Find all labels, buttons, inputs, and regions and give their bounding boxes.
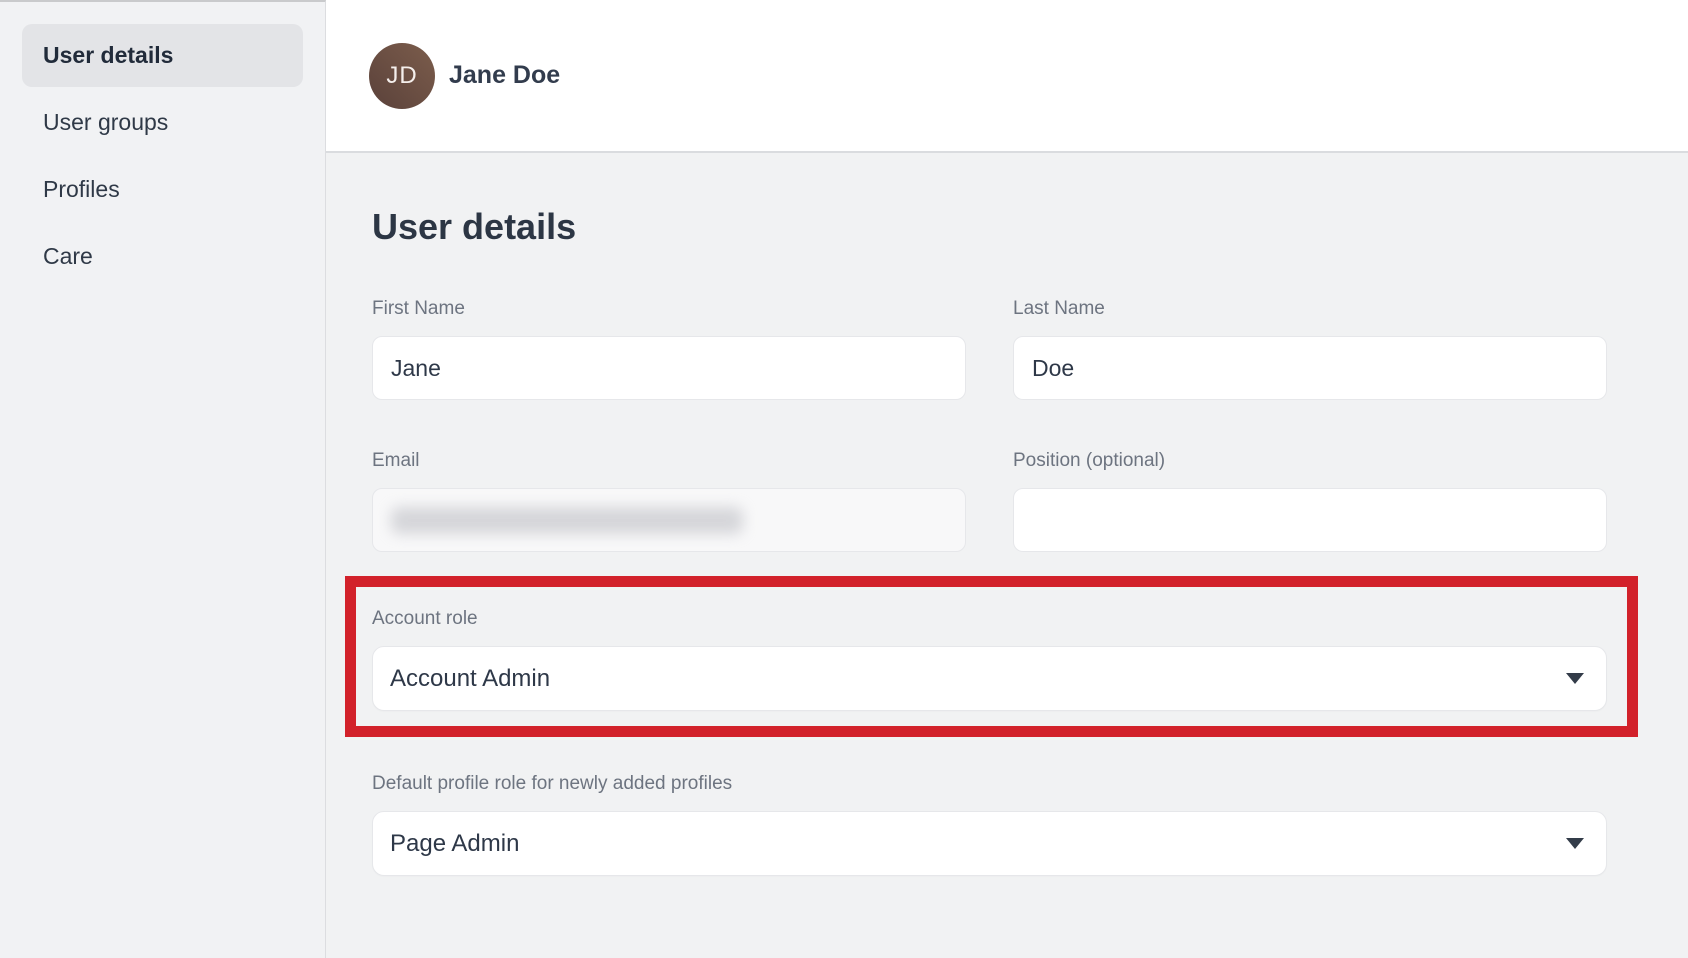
first-name-input[interactable] bbox=[372, 336, 966, 400]
last-name-label: Last Name bbox=[1013, 298, 1607, 320]
account-role-value: Account Admin bbox=[390, 665, 550, 693]
sidebar-item-care[interactable]: Care bbox=[22, 225, 303, 288]
email-position-row: Email Position (optional) bbox=[372, 450, 1688, 552]
last-name-input[interactable] bbox=[1013, 336, 1607, 400]
sidebar: User details User groups Profiles Care bbox=[0, 0, 326, 958]
first-name-field-group: First Name bbox=[372, 298, 966, 400]
caret-down-icon bbox=[1566, 838, 1584, 849]
user-header: JD Jane Doe bbox=[326, 0, 1688, 153]
position-input[interactable] bbox=[1013, 488, 1607, 552]
first-name-label: First Name bbox=[372, 298, 966, 320]
user-name: Jane Doe bbox=[449, 61, 560, 90]
caret-down-icon bbox=[1566, 673, 1584, 684]
default-profile-role-select[interactable]: Page Admin bbox=[372, 811, 1607, 876]
sidebar-item-profiles[interactable]: Profiles bbox=[22, 158, 303, 221]
user-details-form: User details First Name Last Name Email bbox=[326, 153, 1688, 958]
page-title: User details bbox=[372, 205, 1688, 248]
email-label: Email bbox=[372, 450, 966, 472]
main-column: JD Jane Doe User details First Name Last… bbox=[326, 0, 1688, 958]
last-name-field-group: Last Name bbox=[1013, 298, 1607, 400]
position-label: Position (optional) bbox=[1013, 450, 1607, 472]
user-settings-page: User details User groups Profiles Care J… bbox=[0, 0, 1688, 958]
account-role-select[interactable]: Account Admin bbox=[372, 646, 1607, 711]
sidebar-item-user-groups[interactable]: User groups bbox=[22, 91, 303, 154]
position-field-group: Position (optional) bbox=[1013, 450, 1607, 552]
default-profile-role-value: Page Admin bbox=[390, 830, 519, 858]
avatar: JD bbox=[369, 43, 435, 109]
name-row: First Name Last Name bbox=[372, 298, 1688, 400]
default-profile-role-field-group: Default profile role for newly added pro… bbox=[372, 773, 1688, 876]
avatar-initials: JD bbox=[386, 62, 417, 90]
email-field-group: Email bbox=[372, 450, 966, 552]
sidebar-item-user-details[interactable]: User details bbox=[22, 24, 303, 87]
account-role-label: Account role bbox=[372, 608, 1607, 630]
account-role-highlight: Account role Account Admin bbox=[345, 576, 1638, 737]
email-field bbox=[372, 488, 966, 552]
default-profile-role-label: Default profile role for newly added pro… bbox=[372, 773, 1688, 795]
redacted-email-value bbox=[391, 507, 743, 534]
